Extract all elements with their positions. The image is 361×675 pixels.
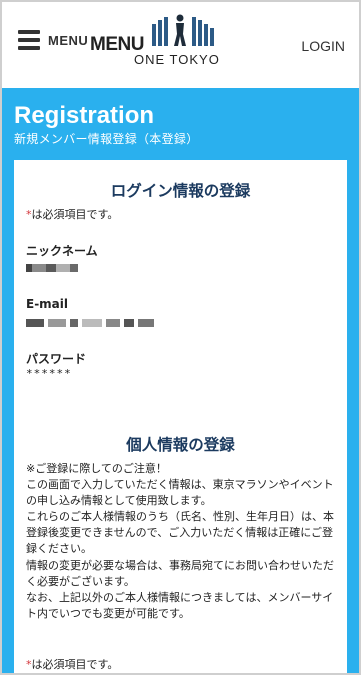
- password-label: パスワード: [26, 352, 87, 366]
- notice-line: 情報の変更が必要な場合は、事務局宛てにお問い合わせいただく必要がございます。: [26, 558, 334, 588]
- notice-line: これらのご本人様情報のうち（氏名、性別、生年月日）は、本登録後変更できませんので…: [26, 510, 334, 556]
- notice-line: ※ご登録に際してのご注意！: [26, 462, 167, 475]
- login-button[interactable]: LOGIN: [301, 38, 345, 54]
- menu-button[interactable]: MENU: [18, 30, 88, 50]
- nickname-label: ニックネーム: [26, 244, 98, 258]
- registration-card: ログイン情報の登録 *は必須項目です。 ニックネーム E-mail パスワード …: [14, 160, 347, 673]
- page-subtitle: 新規メンバー情報登録（本登録）: [14, 132, 199, 146]
- nickname-value: [26, 264, 86, 274]
- page-title: Registration: [14, 102, 155, 129]
- hamburger-icon: [18, 30, 40, 50]
- email-label: E-mail: [26, 297, 69, 311]
- registration-notice: ※ご登録に際してのご注意！ この画面で入力していただく情報は、東京マラソンやイベ…: [26, 461, 342, 622]
- page-frame: MENU MENU ONE TOKYO LOGIN Registration 新…: [0, 0, 361, 675]
- required-note-text: は必須項目です。: [31, 208, 119, 221]
- logo-runner-icon: [152, 14, 214, 46]
- menu-label: MENU: [48, 32, 89, 48]
- required-note: *は必須項目です。: [26, 206, 118, 222]
- required-note-personal: *は必須項目です。: [26, 656, 118, 672]
- logo-text-sub: ONE TOKYO: [134, 52, 220, 67]
- site-logo[interactable]: MENU ONE TOKYO: [90, 14, 240, 70]
- personal-info-heading: 個人情報の登録: [126, 436, 235, 454]
- notice-line: なお、上記以外のご本人様情報につきましては、メンバーサイト内でいつでも変更が可能…: [26, 590, 334, 620]
- required-note-text: は必須項目です。: [31, 658, 119, 671]
- login-info-heading: ログイン情報の登録: [110, 182, 251, 200]
- email-value: [26, 319, 156, 329]
- notice-line: この画面で入力していただく情報は、東京マラソンやイベントの申し込み情報として使用…: [26, 478, 334, 508]
- site-header: MENU MENU ONE TOKYO LOGIN: [2, 2, 359, 88]
- password-value: ******: [26, 367, 72, 380]
